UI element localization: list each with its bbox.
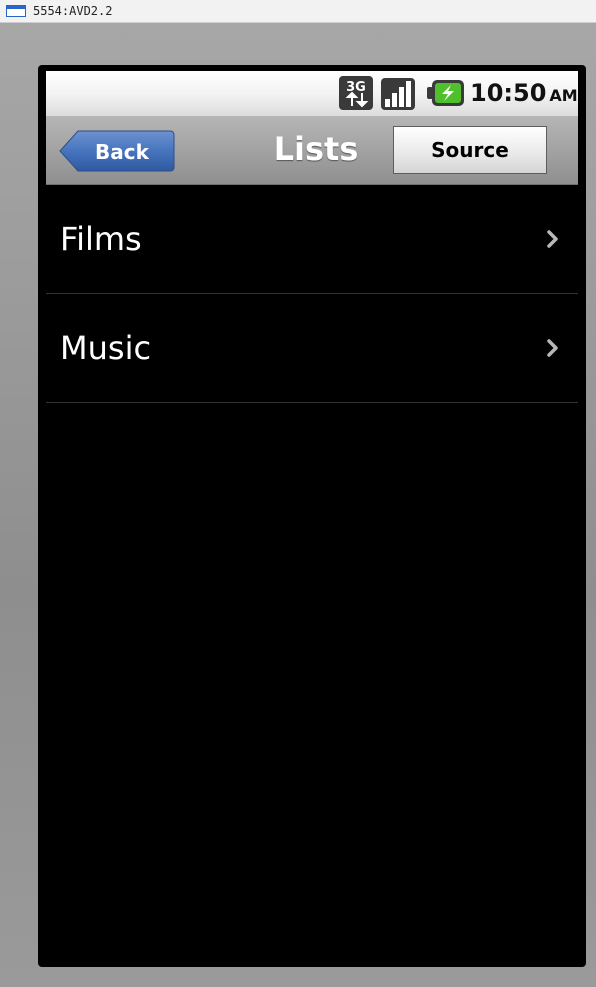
signal-icon	[381, 78, 415, 110]
3g-icon: 3G	[339, 76, 373, 110]
window-titlebar: 5554:AVD2.2	[0, 0, 596, 23]
navigation-bar: Back Lists Source	[46, 116, 578, 185]
svg-text:3G: 3G	[346, 80, 366, 95]
window-icon	[6, 5, 26, 17]
source-button-label: Source	[431, 138, 509, 162]
back-button-label: Back	[95, 140, 149, 164]
list-item-label: Films	[60, 220, 142, 258]
list-item-label: Music	[60, 329, 152, 367]
lists-list: Films Music	[46, 185, 578, 403]
battery-icon	[427, 80, 464, 106]
chevron-right-icon	[547, 339, 558, 357]
emulator-window: 5554:AVD2.2 3G 10:50 AM Back Lists Sourc…	[0, 0, 596, 987]
list-item-films[interactable]: Films	[46, 185, 578, 294]
page-title: Lists	[273, 130, 359, 168]
status-clock: 10:50 AM	[470, 79, 578, 107]
clock-ampm: AM	[549, 86, 578, 105]
chevron-right-icon	[547, 230, 558, 248]
list-item-music[interactable]: Music	[46, 294, 578, 403]
clock-time: 10:50	[470, 79, 547, 107]
back-button[interactable]: Back	[58, 129, 176, 173]
window-title: 5554:AVD2.2	[33, 4, 113, 18]
device-screen: 3G 10:50 AM Back Lists Source Films Musi…	[38, 65, 586, 967]
source-button[interactable]: Source	[393, 126, 547, 174]
status-bar: 3G 10:50 AM	[46, 71, 578, 116]
